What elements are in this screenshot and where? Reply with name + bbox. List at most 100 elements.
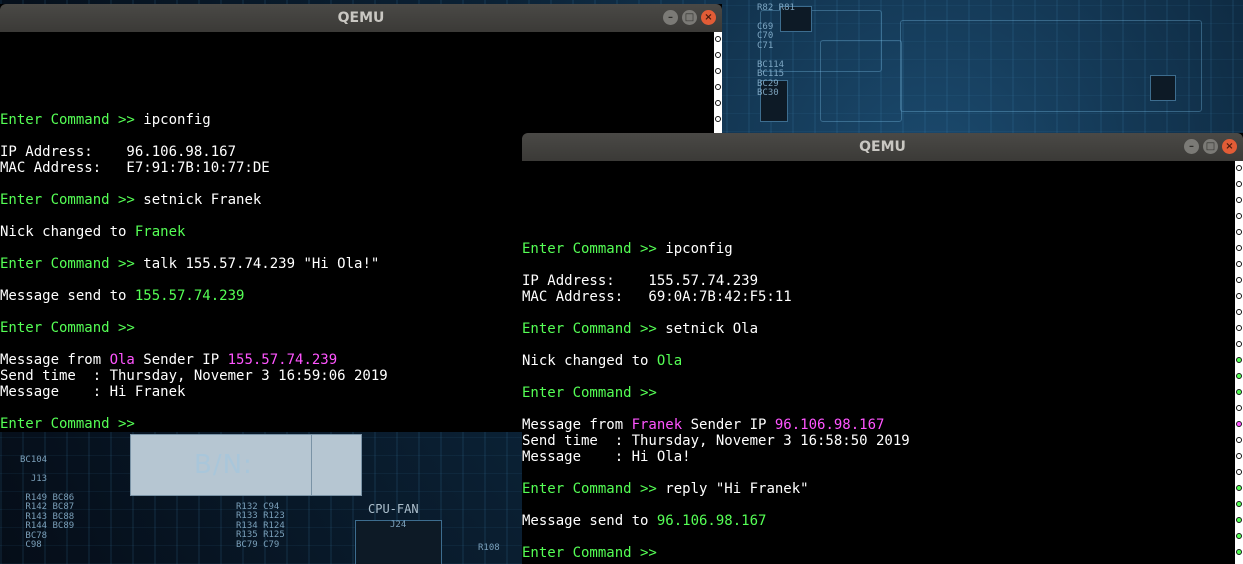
console-text: Message send to <box>0 288 135 304</box>
console-text: MAC Address: 69:0A:7B:42:F5:11 <box>522 289 792 305</box>
console-text: Sender IP <box>682 417 775 433</box>
console-text: talk 155.57.74.239 "Hi Ola!" <box>143 256 380 272</box>
console-text: ipconfig <box>665 241 733 257</box>
indicator-dot <box>715 68 721 74</box>
console-text: IP Address: 155.57.74.239 <box>522 273 759 289</box>
console-text: Send time : Thursday, Novemer 3 16:59:06… <box>0 368 388 384</box>
command-prompt: Enter Command >> <box>0 256 144 272</box>
command-prompt: Enter Command >> <box>522 545 666 561</box>
console-line: Message send to 96.106.98.167 <box>522 513 1235 529</box>
console-text: Send time : Thursday, Novemer 3 16:58:50… <box>522 433 910 449</box>
indicator-dot <box>1236 501 1242 507</box>
console-output[interactable]: Enter Command >> ipconfig IP Address: 155… <box>522 161 1235 564</box>
console-text: Message : Hi Franek <box>0 384 186 400</box>
window-titlebar[interactable]: QEMU – □ × <box>0 4 722 32</box>
board-bn-label: B/N: <box>194 450 253 480</box>
maximize-button[interactable]: □ <box>1203 139 1218 154</box>
command-prompt: Enter Command >> <box>522 321 666 337</box>
indicator-dot <box>1236 437 1242 443</box>
console-line: Enter Command >> setnick Ola <box>522 321 1235 337</box>
minimize-button[interactable]: – <box>1184 139 1199 154</box>
console-text: setnick Ola <box>665 321 759 337</box>
console-line: Enter Command >> reply "Hi Franek" <box>522 481 1235 497</box>
console-text: MAC Address: E7:91:7B:10:77:DE <box>0 160 270 176</box>
indicator-dot <box>715 100 721 106</box>
console-text: ipconfig <box>143 112 211 128</box>
console-line: Enter Command >> ipconfig <box>522 241 1235 257</box>
window-titlebar[interactable]: QEMU – □ × <box>522 133 1243 161</box>
indicator-dot <box>1236 197 1242 203</box>
close-button[interactable]: × <box>701 10 716 25</box>
command-prompt: Enter Command >> <box>522 481 666 497</box>
pcb-bottom-left-labels: BC104 J13 R149 BC86 R142 BC87 R143 BC88 … <box>20 455 75 550</box>
close-button[interactable]: × <box>1222 139 1237 154</box>
console-text: Message from <box>0 352 110 368</box>
scroll-indicator-strip[interactable] <box>1235 161 1243 564</box>
pcb-bottom-mid-labels: R132 C94 R133 R123 R134 R124 R135 R125 B… <box>236 502 285 550</box>
indicator-dot <box>1236 261 1242 267</box>
highlight-ip: 96.106.98.167 <box>774 417 885 433</box>
console-text: Nick changed to <box>0 224 135 240</box>
console-line: Enter Command >> <box>522 385 1235 401</box>
pcb-trace <box>820 40 902 122</box>
indicator-dot <box>715 116 721 122</box>
console-line: MAC Address: 69:0A:7B:42:F5:11 <box>522 289 1235 305</box>
console-line: Enter Command >> ipconfig <box>0 112 714 128</box>
indicator-dot <box>1236 277 1242 283</box>
indicator-dot <box>1236 309 1242 315</box>
console-text: Message send to <box>522 513 657 529</box>
j24-label: J24 <box>390 520 407 530</box>
console-line: Message from Franek Sender IP 96.106.98.… <box>522 417 1235 433</box>
window-title: QEMU <box>859 139 906 155</box>
indicator-dot <box>715 84 721 90</box>
console-line: IP Address: 155.57.74.239 <box>522 273 1235 289</box>
highlight-nick: Franek <box>631 417 683 433</box>
console-line: Nick changed to Ola <box>522 353 1235 369</box>
console-text: Sender IP <box>134 352 228 368</box>
console-line: Send time : Thursday, Novemer 3 16:58:50… <box>522 433 1235 449</box>
indicator-dot <box>1236 341 1242 347</box>
console-text: Nick changed to <box>522 353 657 369</box>
highlight-ip: 155.57.74.239 <box>227 352 338 368</box>
indicator-dot <box>715 52 721 58</box>
command-prompt: Enter Command >> <box>0 192 144 208</box>
maximize-button[interactable]: □ <box>682 10 697 25</box>
cpu-fan-label: CPU-FAN <box>368 502 419 516</box>
command-prompt: Enter Command >> <box>0 320 144 336</box>
indicator-dot <box>1236 213 1242 219</box>
console-text: setnick Franek <box>143 192 262 208</box>
indicator-dot <box>1236 357 1242 363</box>
pcb-chip <box>1150 75 1176 101</box>
indicator-dot <box>1236 325 1242 331</box>
indicator-dot <box>715 36 721 42</box>
indicator-dot <box>1236 229 1242 235</box>
console-line: Enter Command >> <box>522 545 1235 561</box>
indicator-dot <box>1236 181 1242 187</box>
console-text: Message : Hi Ola! <box>522 449 691 465</box>
minimize-button[interactable]: – <box>663 10 678 25</box>
highlight-green: Ola <box>656 353 683 369</box>
console-text: IP Address: 96.106.98.167 <box>0 144 237 160</box>
qemu-window-ola[interactable]: QEMU – □ × Enter Command >> ipconfig IP A… <box>522 133 1243 564</box>
indicator-dot <box>1236 245 1242 251</box>
window-title: QEMU <box>337 10 385 26</box>
indicator-dot <box>1236 405 1242 411</box>
indicator-dot <box>1236 421 1242 427</box>
window-controls: – □ × <box>1184 139 1237 154</box>
highlight-nick: Ola <box>109 352 135 368</box>
indicator-dot <box>1236 517 1242 523</box>
console-text: reply "Hi Franek" <box>665 481 809 497</box>
indicator-dot <box>1236 389 1242 395</box>
